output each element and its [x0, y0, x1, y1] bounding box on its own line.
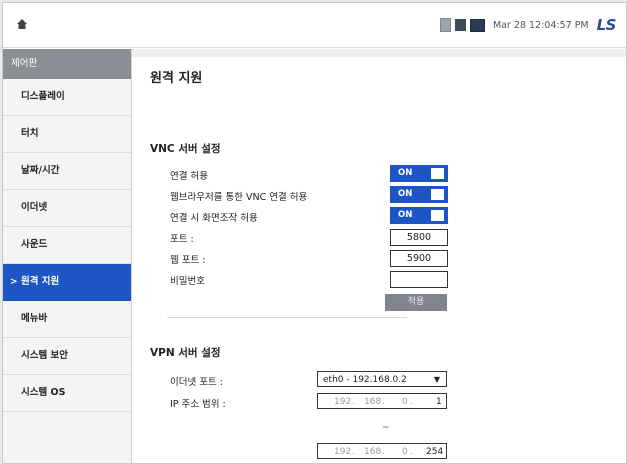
- toggle-knob: [431, 189, 444, 200]
- sidebar-item-label: 날짜/시간: [21, 165, 60, 176]
- sidebar-item-label: 메뉴바: [21, 313, 48, 324]
- main-panel: 원격 지원 VNC 서버 설정 연결 허용 ON 웹브라우저를 통한 VNC 연…: [132, 49, 626, 463]
- vpn-section-title: VPN 서버 설정: [150, 347, 221, 359]
- ip-dot: .: [382, 447, 385, 457]
- storage-icon: [454, 19, 466, 31]
- port-label: 포트 :: [170, 234, 194, 245]
- toggle-state: ON: [398, 189, 413, 199]
- home-icon[interactable]: [15, 17, 29, 31]
- ethernet-port-label: 이더넷 포트 :: [170, 377, 223, 388]
- toggle-knob: [431, 168, 444, 179]
- sidebar-item-label: 사운드: [21, 239, 48, 250]
- ip-octet: 0: [402, 447, 408, 457]
- brand-logo: LS: [596, 16, 617, 34]
- password-label: 비밀번호: [170, 276, 205, 287]
- ip-range-end-field[interactable]: 192 . 168 . 0 . 254: [317, 443, 447, 459]
- allow-connection-label: 연결 허용: [170, 171, 208, 182]
- toggle-knob: [431, 210, 444, 221]
- toggle-state: ON: [398, 168, 413, 178]
- app-window: Mar 28 12:04:57 PM LS 제어판 디스플레이 터치 날짜/시간…: [2, 2, 627, 464]
- status-area: Mar 28 12:04:57 PM LS: [439, 16, 617, 34]
- vnc-section-title: VNC 서버 설정: [150, 143, 221, 155]
- allow-control-toggle[interactable]: ON: [390, 207, 448, 224]
- dropdown-arrow-icon: ▼: [433, 375, 440, 384]
- allow-control-label: 연결 시 화면조작 허용: [170, 213, 258, 224]
- ethernet-port-select[interactable]: eth0 - 192.168.0.2 ▼: [317, 371, 447, 387]
- allow-browser-toggle[interactable]: ON: [390, 186, 448, 203]
- sidebar-item-label: 이더넷: [21, 202, 48, 213]
- ethernet-port-value: eth0 - 192.168.0.2: [323, 375, 407, 385]
- sidebar-item-sound[interactable]: 사운드: [3, 227, 131, 264]
- sidebar-item-label: 디스플레이: [21, 91, 65, 102]
- ip-octet: 1: [436, 397, 442, 407]
- content-top-strip: [132, 49, 626, 57]
- ip-octet: 254: [426, 447, 444, 457]
- chevron-right-icon: >: [10, 277, 18, 287]
- allow-connection-toggle[interactable]: ON: [390, 165, 448, 182]
- ip-octet: 192: [334, 447, 352, 457]
- ip-octet: 168: [364, 447, 382, 457]
- sidebar-item-label: 시스템 보안: [21, 350, 69, 361]
- range-separator: ~: [382, 423, 390, 433]
- sidebar-item-label: 원격 지원: [21, 276, 60, 287]
- page-title: 원격 지원: [150, 71, 203, 86]
- sidebar-item-system-os[interactable]: 시스템 OS: [3, 375, 131, 412]
- web-port-label: 웹 포트 :: [170, 255, 206, 266]
- sidebar-item-label: 터치: [21, 128, 39, 139]
- sidebar-header: 제어판: [3, 49, 131, 79]
- web-port-field[interactable]: 5900: [390, 250, 448, 267]
- ip-octet: 0: [402, 397, 408, 407]
- sidebar-item-remote-support[interactable]: > 원격 지원: [3, 264, 131, 301]
- clock: Mar 28 12:04:57 PM: [492, 19, 589, 31]
- monitor-icon: [469, 18, 485, 32]
- ip-range-start-field[interactable]: 192 . 168 . 0 . 1: [317, 393, 447, 409]
- sidebar-item-touch[interactable]: 터치: [3, 116, 131, 153]
- sidebar-item-label: 시스템 OS: [21, 387, 66, 398]
- ip-octet: 168: [364, 397, 382, 407]
- document-icon: [439, 18, 451, 32]
- toggle-state: ON: [398, 210, 413, 220]
- allow-browser-label: 웹브라우저를 통한 VNC 연결 허용: [170, 192, 308, 203]
- top-bar: Mar 28 12:04:57 PM LS: [3, 3, 626, 48]
- ip-dot: .: [410, 397, 413, 407]
- apply-button[interactable]: 적용: [385, 294, 447, 311]
- ip-octet: 192: [334, 397, 352, 407]
- sidebar-item-menubar[interactable]: 메뉴바: [3, 301, 131, 338]
- sidebar-item-datetime[interactable]: 날짜/시간: [3, 153, 131, 190]
- sidebar-item-system-security[interactable]: 시스템 보안: [3, 338, 131, 375]
- ip-dot: .: [382, 397, 385, 407]
- ip-range-label: IP 주소 범위 :: [170, 399, 226, 410]
- sidebar-item-display[interactable]: 디스플레이: [3, 79, 131, 116]
- password-field[interactable]: [390, 271, 448, 288]
- sidebar: 제어판 디스플레이 터치 날짜/시간 이더넷 사운드 > 원격 지원 메뉴바 시…: [3, 49, 132, 463]
- ip-dot: .: [410, 447, 413, 457]
- ip-dot: .: [352, 447, 355, 457]
- ip-dot: .: [352, 397, 355, 407]
- port-field[interactable]: 5800: [390, 229, 448, 246]
- section-divider: [167, 317, 407, 318]
- sidebar-item-ethernet[interactable]: 이더넷: [3, 190, 131, 227]
